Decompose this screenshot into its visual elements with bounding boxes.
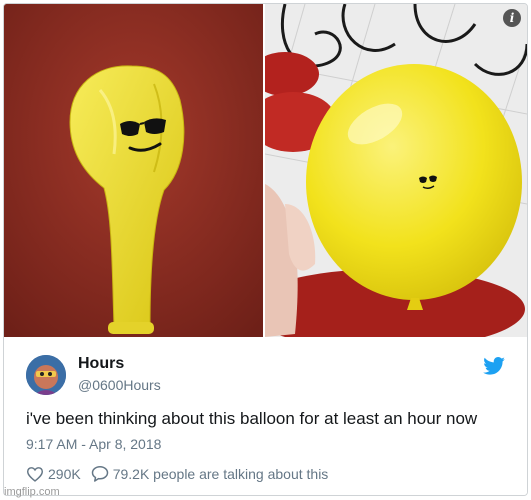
watermark: imgflip.com: [4, 486, 60, 498]
avatar-image: [26, 355, 66, 395]
deflated-balloon-image: [4, 4, 263, 337]
tweet-card: Hours @0600Hours i've been thinking abou…: [4, 337, 527, 495]
tweet-timestamp[interactable]: 9:17 AM - Apr 8, 2018: [26, 436, 161, 452]
tweet-text: i've been thinking about this balloon fo…: [26, 409, 478, 428]
like-count: 290K: [48, 465, 81, 482]
photo-collage: i: [4, 4, 527, 337]
avatar[interactable]: [26, 355, 66, 395]
comment-icon: [91, 466, 108, 482]
info-icon[interactable]: i: [503, 9, 521, 27]
heart-icon: [26, 466, 44, 482]
like-action[interactable]: 290K: [26, 466, 81, 482]
talking-count: 79.2K people are talking about this: [112, 465, 329, 482]
display-name[interactable]: Hours: [78, 355, 124, 373]
inflated-balloon-image: [265, 4, 527, 337]
inflated-balloon-photo: i: [265, 4, 527, 337]
comment-action[interactable]: 79.2K people are talking about this: [91, 465, 329, 482]
tweet-actions: 290K 79.2K people are talking about this: [26, 465, 338, 482]
user-handle[interactable]: @0600Hours: [78, 377, 161, 393]
deflated-balloon-photo: [4, 4, 263, 337]
twitter-bird-icon[interactable]: [483, 357, 505, 375]
meme-frame: i Hours @0600Hours i've been thinking ab…: [3, 3, 528, 496]
